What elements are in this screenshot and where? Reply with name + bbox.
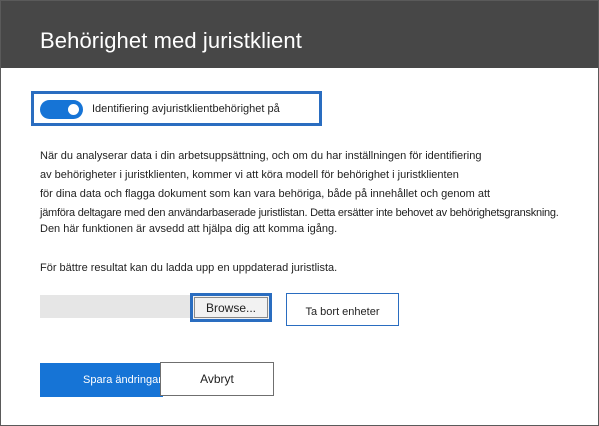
dialog: Behörighet med juristklient Identifierin… <box>0 0 599 426</box>
file-path-field[interactable] <box>40 295 192 318</box>
description-line: för dina data och flagga dokument som ka… <box>40 188 491 200</box>
dialog-title: Behörighet med juristklient <box>40 28 302 53</box>
cancel-button[interactable]: Avbryt <box>160 362 274 396</box>
feature-note: Den här funktionen är avsedd att hjälpa … <box>40 223 338 235</box>
cancel-label: Avbryt <box>200 372 234 386</box>
browse-button[interactable]: Browse... <box>190 293 272 322</box>
privilege-detection-toggle-group[interactable]: Identifiering avjuristklientbehörighet p… <box>31 91 322 126</box>
remove-entities-button[interactable]: Ta bort enheter <box>286 293 399 326</box>
description-line: jämföra deltagare med den användarbasera… <box>40 207 559 219</box>
description-text: När du analyserar data i din arbetsuppsä… <box>40 147 580 223</box>
description-line: När du analyserar data i din arbetsuppsä… <box>40 150 482 162</box>
dialog-header: Behörighet med juristklient <box>1 1 598 68</box>
save-changes-button[interactable]: Spara ändringar <box>40 363 163 397</box>
upload-instructions: För bättre resultat kan du ladda upp en … <box>40 262 338 274</box>
browse-button-label: Browse... <box>205 300 256 315</box>
save-changes-label: Spara ändringar <box>83 374 162 386</box>
remove-entities-label: Ta bort enheter <box>305 305 380 318</box>
description-line: av behörigheter i juristklienten, kommer… <box>40 169 459 181</box>
privilege-detection-toggle[interactable] <box>40 100 83 119</box>
toggle-label: Identifiering avjuristklientbehörighet p… <box>92 103 280 115</box>
toggle-knob <box>68 104 79 115</box>
